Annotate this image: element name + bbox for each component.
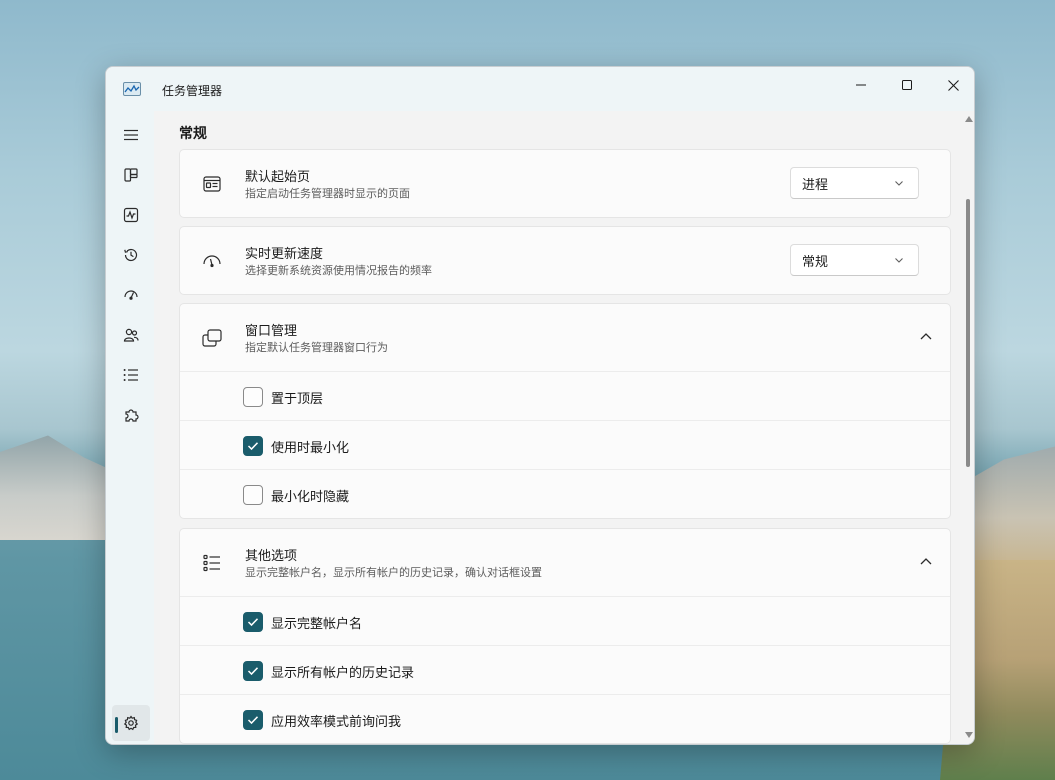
other-options-title: 其他选项 bbox=[245, 549, 298, 564]
checkmark-icon bbox=[247, 667, 259, 676]
refresh-speed-select[interactable]: 常规 bbox=[790, 244, 919, 276]
close-icon bbox=[947, 79, 959, 91]
option-ask-efficiency-mode[interactable]: 应用效率模式前询问我 bbox=[180, 694, 950, 743]
task-manager-window: 任务管理器 常规 默认起始页 指定启动任务管理器时显示的页面 进程 实时更新速度… bbox=[105, 66, 975, 745]
checkbox-show-full-account-name[interactable] bbox=[243, 612, 263, 632]
sidebar-item-services[interactable] bbox=[112, 397, 150, 433]
window-management-header[interactable]: 窗口管理 指定默认任务管理器窗口行为 bbox=[180, 304, 950, 371]
speedometer-icon bbox=[200, 249, 224, 273]
section-title-general: 常规 bbox=[179, 126, 207, 142]
wallpaper-hills-left bbox=[0, 435, 120, 540]
task-manager-app-icon bbox=[123, 82, 141, 96]
option-show-full-account-name[interactable]: 显示完整帐户名 bbox=[180, 596, 950, 645]
refresh-speed-title: 实时更新速度 bbox=[245, 247, 324, 262]
scroll-up-arrow-icon[interactable] bbox=[964, 115, 974, 123]
scrollbar-thumb[interactable] bbox=[966, 199, 970, 467]
sidebar-nav bbox=[106, 111, 154, 744]
processes-icon bbox=[124, 168, 138, 182]
scroll-down-arrow-icon[interactable] bbox=[964, 731, 974, 739]
puzzle-icon bbox=[125, 409, 139, 422]
label-show-all-history: 显示所有帐户的历史记录 bbox=[271, 666, 415, 681]
checkmark-icon bbox=[247, 442, 259, 451]
refresh-speed-value: 常规 bbox=[802, 254, 829, 270]
chevron-up-icon[interactable] bbox=[918, 554, 934, 570]
performance-icon bbox=[123, 207, 139, 223]
default-page-desc: 指定启动任务管理器时显示的页面 bbox=[245, 187, 410, 200]
checkbox-always-on-top[interactable] bbox=[243, 387, 263, 407]
history-icon bbox=[124, 248, 138, 262]
default-page-title: 默认起始页 bbox=[245, 170, 311, 185]
sidebar-item-startup-apps[interactable] bbox=[112, 277, 150, 313]
sidebar-item-users[interactable] bbox=[112, 317, 150, 353]
chevron-down-icon bbox=[895, 258, 903, 263]
settings-page: 常规 默认起始页 指定启动任务管理器时显示的页面 进程 实时更新速度 选择更新系… bbox=[154, 111, 974, 744]
sidebar-item-menu[interactable] bbox=[112, 117, 150, 153]
gear-icon bbox=[123, 715, 139, 731]
list-icon bbox=[200, 551, 224, 575]
checkbox-hide-when-minimized[interactable] bbox=[243, 485, 263, 505]
default-page-card: 默认起始页 指定启动任务管理器时显示的页面 进程 bbox=[179, 149, 951, 218]
option-always-on-top[interactable]: 置于顶层 bbox=[180, 371, 950, 420]
option-minimize-on-use[interactable]: 使用时最小化 bbox=[180, 420, 950, 469]
default-page-select[interactable]: 进程 bbox=[790, 167, 919, 199]
minimize-button[interactable] bbox=[838, 71, 884, 99]
hamburger-icon bbox=[124, 129, 138, 141]
sidebar-item-settings[interactable] bbox=[112, 705, 150, 741]
window-management-card: 窗口管理 指定默认任务管理器窗口行为 置于顶层 使用时最小化 最小化时隐藏 bbox=[179, 303, 951, 519]
start-page-icon bbox=[200, 172, 224, 196]
other-options-card: 其他选项 显示完整帐户名，显示所有帐户的历史记录，确认对话框设置 显示完整帐户名… bbox=[179, 528, 951, 744]
refresh-speed-desc: 选择更新系统资源使用情况报告的频率 bbox=[245, 264, 432, 277]
window-title: 任务管理器 bbox=[162, 84, 223, 98]
chevron-up-icon[interactable] bbox=[918, 329, 934, 345]
title-bar[interactable]: 任务管理器 bbox=[106, 67, 974, 111]
minimize-icon bbox=[856, 84, 866, 86]
option-hide-when-minimized[interactable]: 最小化时隐藏 bbox=[180, 469, 950, 518]
checkbox-minimize-on-use[interactable] bbox=[243, 436, 263, 456]
vertical-scrollbar[interactable] bbox=[963, 111, 974, 744]
refresh-speed-card: 实时更新速度 选择更新系统资源使用情况报告的频率 常规 bbox=[179, 226, 951, 295]
other-options-desc: 显示完整帐户名，显示所有帐户的历史记录，确认对话框设置 bbox=[245, 566, 542, 579]
option-show-all-history[interactable]: 显示所有帐户的历史记录 bbox=[180, 645, 950, 694]
sidebar-item-details[interactable] bbox=[112, 357, 150, 393]
sidebar-item-performance[interactable] bbox=[112, 197, 150, 233]
other-options-header[interactable]: 其他选项 显示完整帐户名，显示所有帐户的历史记录，确认对话框设置 bbox=[180, 529, 950, 596]
speedometer-icon bbox=[124, 290, 138, 300]
maximize-icon bbox=[902, 80, 912, 90]
label-hide-when-minimized: 最小化时隐藏 bbox=[271, 490, 350, 505]
maximize-button[interactable] bbox=[884, 71, 930, 99]
label-ask-efficiency-mode: 应用效率模式前询问我 bbox=[271, 715, 402, 730]
label-show-full-account-name: 显示完整帐户名 bbox=[271, 617, 363, 632]
checkbox-ask-efficiency-mode[interactable] bbox=[243, 710, 263, 730]
label-always-on-top: 置于顶层 bbox=[271, 392, 324, 407]
sidebar-item-app-history[interactable] bbox=[112, 237, 150, 273]
wallpaper-hills-right bbox=[970, 446, 1055, 570]
default-page-value: 进程 bbox=[802, 177, 829, 193]
window-icon bbox=[200, 326, 224, 350]
checkmark-icon bbox=[247, 618, 259, 627]
users-icon bbox=[123, 328, 139, 342]
checkbox-show-all-history[interactable] bbox=[243, 661, 263, 681]
close-button[interactable] bbox=[930, 71, 974, 99]
sidebar-item-processes[interactable] bbox=[112, 157, 150, 193]
window-management-title: 窗口管理 bbox=[245, 324, 298, 339]
list-icon bbox=[123, 369, 138, 381]
active-indicator bbox=[115, 717, 118, 733]
label-minimize-on-use: 使用时最小化 bbox=[271, 441, 350, 456]
window-management-desc: 指定默认任务管理器窗口行为 bbox=[245, 341, 388, 354]
chevron-down-icon bbox=[895, 181, 903, 186]
checkmark-icon bbox=[247, 716, 259, 725]
